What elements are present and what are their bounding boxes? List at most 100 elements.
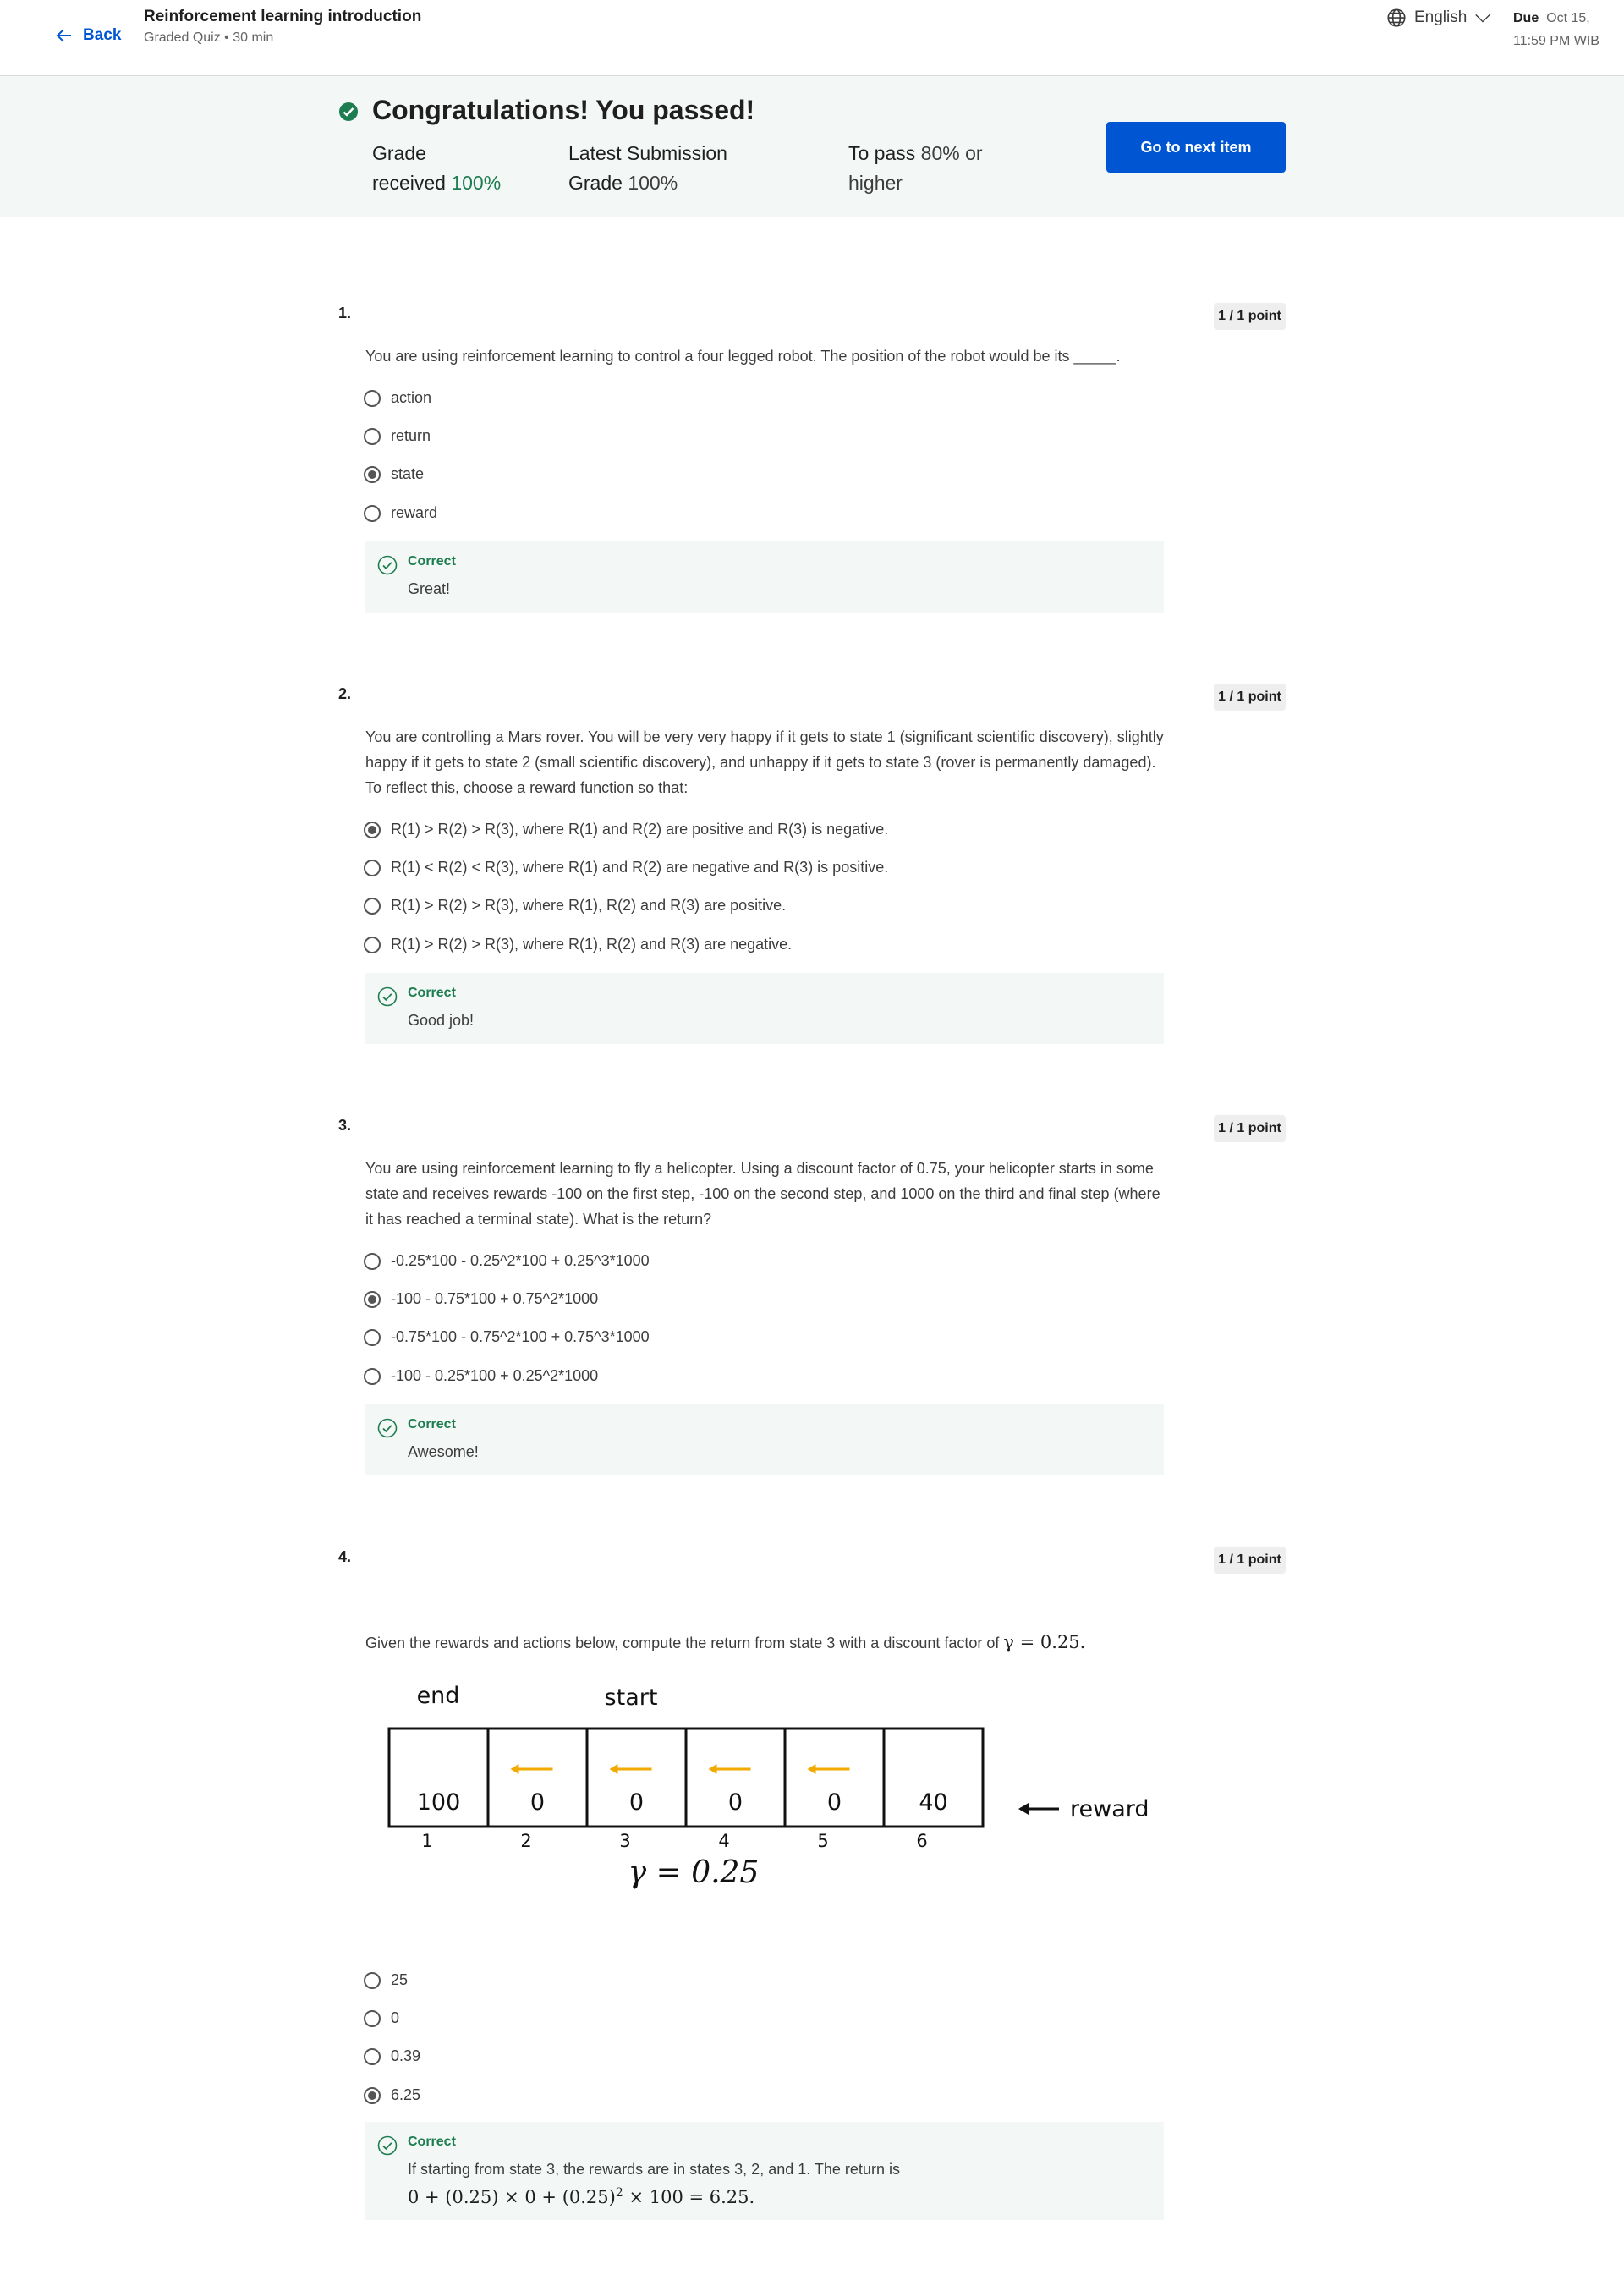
radio-button-selected[interactable] bbox=[364, 2086, 381, 2104]
reward-diagram: end start 100102030405406 reward γ = 0.2… bbox=[387, 1683, 1149, 1890]
radio-button[interactable] bbox=[364, 1328, 381, 1346]
latest-value: 100% bbox=[628, 172, 678, 194]
question-1-text: You are using reinforcement learning to … bbox=[365, 348, 1121, 365]
q2-option-1[interactable]: R(1) > R(2) > R(3), where R(1) and R(2) … bbox=[364, 821, 888, 838]
feedback-title: Correct bbox=[408, 986, 456, 1000]
radio-button[interactable] bbox=[364, 936, 381, 953]
question-2-number: 2. bbox=[338, 685, 352, 702]
pass-value-2: higher bbox=[848, 172, 903, 194]
q3-option-3[interactable]: -0.75*100 - 0.75^2*100 + 0.75^3*1000 bbox=[364, 1328, 650, 1346]
chevron-down-icon bbox=[1475, 14, 1491, 23]
grade-label-2: received bbox=[372, 172, 446, 194]
radio-button[interactable] bbox=[364, 897, 381, 915]
feedback-title: Correct bbox=[408, 2135, 456, 2149]
option-label: R(1) < R(2) < R(3), where R(1) and R(2) … bbox=[391, 859, 889, 876]
reward-pointer: reward bbox=[1018, 1796, 1149, 1822]
feedback-title: Correct bbox=[408, 554, 456, 569]
option-label: 0 bbox=[391, 2009, 400, 2026]
option-label: reward bbox=[391, 504, 438, 521]
radio-button[interactable] bbox=[364, 2047, 381, 2065]
action-arrow-left-icon bbox=[609, 1764, 652, 1774]
q3-option-2[interactable]: -100 - 0.75*100 + 0.75^2*1000 bbox=[364, 1290, 598, 1308]
due-date: Oct 15, bbox=[1546, 11, 1590, 25]
radio-button[interactable] bbox=[364, 1252, 381, 1270]
reward-label: reward bbox=[1070, 1796, 1149, 1822]
pass-value: 80% or bbox=[920, 142, 983, 164]
check-outline-icon bbox=[377, 986, 398, 1007]
option-label: -100 - 0.75*100 + 0.75^2*1000 bbox=[391, 1290, 599, 1307]
gamma-label: γ = 0.25 bbox=[628, 1855, 760, 1890]
q4-option-1[interactable]: 25 bbox=[364, 1971, 408, 1989]
q4-option-4[interactable]: 6.25 bbox=[364, 2086, 420, 2104]
question-3-points: 1 / 1 point bbox=[1214, 1115, 1286, 1142]
question-2-text: You are controlling a Mars rover. You wi… bbox=[365, 728, 1164, 796]
radio-button[interactable] bbox=[364, 389, 381, 407]
option-label: -0.75*100 - 0.75^2*100 + 0.75^3*1000 bbox=[391, 1328, 650, 1345]
grade-label: Grade bbox=[372, 142, 426, 164]
radio-button[interactable] bbox=[364, 1971, 381, 1989]
q1-option-3[interactable]: state bbox=[364, 465, 424, 483]
back-link[interactable]: Back bbox=[54, 25, 121, 46]
check-outline-icon bbox=[377, 555, 398, 575]
result-banner: Congratulations! You passed! Grade recei… bbox=[0, 76, 1624, 217]
q3-option-4[interactable]: -100 - 0.25*100 + 0.25^2*1000 bbox=[364, 1367, 598, 1385]
option-label: R(1) > R(2) > R(3), where R(1), R(2) and… bbox=[391, 897, 787, 914]
q4-option-3[interactable]: 0.39 bbox=[364, 2047, 420, 2065]
q2-option-2[interactable]: R(1) < R(2) < R(3), where R(1) and R(2) … bbox=[364, 859, 888, 876]
reward-value-4: 0 bbox=[728, 1789, 743, 1816]
top-bar: Back Reinforcement learning introduction… bbox=[0, 0, 1624, 76]
option-label: action bbox=[391, 389, 432, 406]
question-3-feedback: Correct Awesome! bbox=[365, 1404, 1164, 1475]
q2-option-4[interactable]: R(1) > R(2) > R(3), where R(1), R(2) and… bbox=[364, 936, 792, 953]
q1-option-2[interactable]: return bbox=[364, 427, 431, 445]
due-info: Due Oct 15, 11:59 PM WIB bbox=[1513, 7, 1599, 52]
radio-button[interactable] bbox=[364, 1367, 381, 1385]
question-3-number: 3. bbox=[338, 1117, 352, 1134]
radio-button-selected[interactable] bbox=[364, 821, 381, 838]
question-4-points: 1 / 1 point bbox=[1214, 1547, 1286, 1574]
check-outline-icon bbox=[377, 1418, 398, 1438]
equation-head: 0 + (0.25) × 0 + (0.25) bbox=[408, 2187, 616, 2207]
arrow-left-icon bbox=[56, 29, 71, 42]
reward-value-3: 0 bbox=[629, 1789, 644, 1816]
state-cells: 100102030405406 bbox=[387, 1727, 985, 1851]
next-item-button[interactable]: Go to next item bbox=[1106, 122, 1286, 173]
reward-value-5: 0 bbox=[827, 1789, 842, 1816]
state-number-1: 1 bbox=[421, 1831, 432, 1851]
action-arrow-left-icon bbox=[510, 1764, 553, 1774]
q3-option-1[interactable]: -0.25*100 - 0.25^2*100 + 0.25^3*1000 bbox=[364, 1252, 650, 1270]
back-label: Back bbox=[83, 26, 122, 44]
question-4-number: 4. bbox=[338, 1548, 352, 1565]
question-2-feedback: Correct Good job! bbox=[365, 973, 1164, 1044]
pass-threshold: To pass 80% or higher bbox=[848, 139, 983, 198]
language-label: English bbox=[1414, 8, 1468, 26]
feedback-text: If starting from state 3, the rewards ar… bbox=[408, 2157, 900, 2209]
question-3-text: You are using reinforcement learning to … bbox=[365, 1160, 1160, 1228]
option-label: 0.39 bbox=[391, 2047, 421, 2064]
radio-button[interactable] bbox=[364, 427, 381, 445]
language-selector[interactable]: English bbox=[1385, 7, 1492, 29]
arrow-left-icon bbox=[1018, 1803, 1029, 1815]
latest-submission: Latest Submission Grade 100% bbox=[568, 139, 727, 198]
radio-button[interactable] bbox=[364, 504, 381, 522]
check-circle-icon bbox=[339, 102, 358, 121]
q1-option-4[interactable]: reward bbox=[364, 504, 437, 522]
option-label: state bbox=[391, 465, 425, 482]
state-number-4: 4 bbox=[718, 1831, 729, 1851]
due-label: Due bbox=[1513, 11, 1539, 25]
radio-button-selected[interactable] bbox=[364, 1290, 381, 1308]
q1-option-1[interactable]: action bbox=[364, 389, 431, 407]
reward-value-6: 40 bbox=[919, 1789, 947, 1816]
feedback-explanation: If starting from state 3, the rewards ar… bbox=[408, 2161, 900, 2178]
globe-icon bbox=[1387, 8, 1406, 27]
state-number-3: 3 bbox=[619, 1831, 630, 1851]
question-1-number: 1. bbox=[338, 305, 352, 321]
radio-button[interactable] bbox=[364, 859, 381, 876]
radio-button-selected[interactable] bbox=[364, 465, 381, 483]
q2-option-3[interactable]: R(1) > R(2) > R(3), where R(1), R(2) and… bbox=[364, 897, 786, 915]
reward-value-1: 100 bbox=[417, 1789, 461, 1816]
q4-option-2[interactable]: 0 bbox=[364, 2009, 399, 2027]
pass-label: To pass bbox=[848, 142, 916, 164]
radio-button[interactable] bbox=[364, 2009, 381, 2027]
start-label: start bbox=[605, 1684, 658, 1711]
